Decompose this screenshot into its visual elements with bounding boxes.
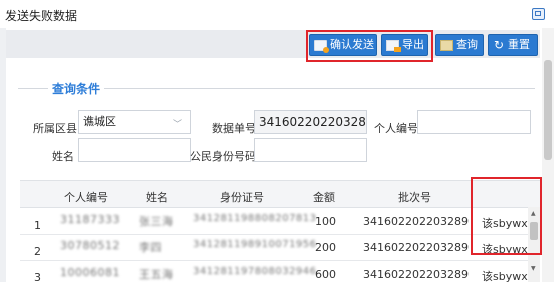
row-personal-no: 31187333: [60, 213, 120, 226]
highlight-note-column-box: [471, 177, 542, 255]
citizen-id-input[interactable]: [254, 138, 367, 162]
reset-button[interactable]: ↻ 重置: [488, 34, 538, 56]
query-label: 查询: [456, 38, 478, 51]
col-personal-no[interactable]: 个人编号: [64, 189, 108, 205]
row-personal-no: 10006081: [60, 266, 120, 279]
row-batch: 341602202203289000005: [363, 241, 469, 254]
highlight-toolbar-box: [306, 30, 433, 62]
data-no-value: 341602202203289000: [259, 115, 366, 129]
window-titlebar: 发送失败数据: [0, 0, 554, 28]
citizen-id-label: 公民身份号码: [190, 150, 256, 163]
row-personal-no: 30780512: [60, 239, 120, 252]
left-edge: [0, 28, 6, 282]
row-id-no: 341281198910071956: [193, 239, 317, 250]
row-index: 2: [34, 245, 41, 258]
refresh-icon: ↻: [493, 37, 505, 52]
row-amount: 600: [315, 268, 336, 281]
name-label: 姓名: [52, 150, 74, 163]
folder-search-icon: [440, 39, 453, 51]
row-name: 张三海: [139, 215, 174, 228]
personal-no-input[interactable]: [417, 110, 531, 134]
row-index: 1: [34, 219, 41, 232]
row-divider: [20, 234, 528, 235]
personal-no-label: 个人编号: [374, 122, 418, 135]
data-no-label: 数据单号: [212, 122, 256, 135]
chevron-down-icon[interactable]: ﹀: [173, 117, 182, 130]
row-amount: 200: [315, 241, 336, 254]
district-label: 所属区县: [33, 122, 77, 135]
data-no-input[interactable]: 341602202203289000: [254, 110, 367, 134]
query-button[interactable]: 查询: [435, 34, 484, 56]
name-input[interactable]: [78, 138, 191, 162]
query-legend: 查询条件: [48, 80, 105, 97]
col-batch[interactable]: 批次号: [398, 189, 431, 205]
maximize-icon[interactable]: [532, 8, 545, 20]
scroll-down-icon[interactable]: ▼: [531, 265, 536, 272]
col-id-no[interactable]: 身份证号: [220, 189, 264, 205]
row-name: 王五海: [139, 268, 174, 281]
row-divider: [20, 260, 528, 261]
col-amount[interactable]: 金额: [313, 189, 335, 205]
row-name: 李四: [139, 241, 162, 254]
window-scrollbar-thumb[interactable]: [544, 60, 552, 160]
window-title: 发送失败数据: [5, 9, 78, 23]
row-id-no: 341281198808207813: [193, 213, 317, 224]
district-value: 谯城区: [83, 115, 116, 128]
row-index: 3: [34, 271, 41, 284]
col-name[interactable]: 姓名: [146, 189, 168, 205]
row-batch: 341602202203289000005: [363, 268, 469, 281]
row-id-no: 341281197808032946: [193, 266, 317, 277]
row-batch: 341602202203289000005: [363, 215, 469, 228]
reset-label: 重置: [508, 38, 530, 51]
row-amount: 100: [315, 215, 336, 228]
